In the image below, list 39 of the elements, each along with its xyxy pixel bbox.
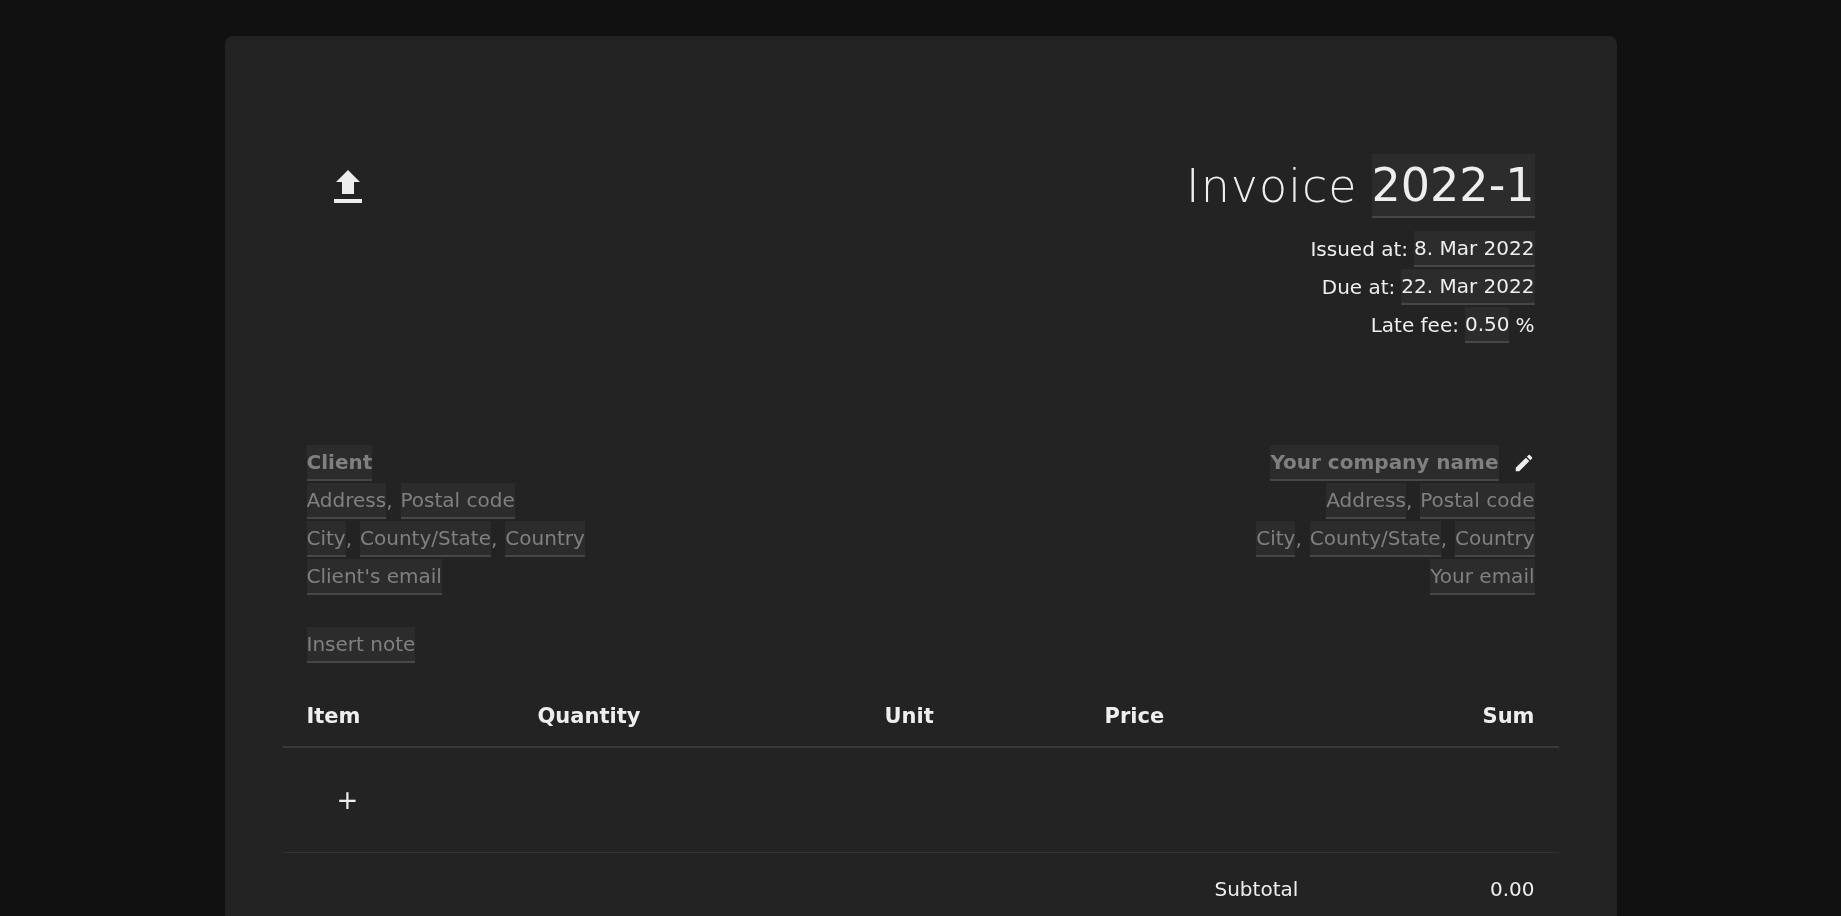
meta-label: Late fee: bbox=[1370, 313, 1459, 337]
comma-separator: , bbox=[491, 527, 498, 551]
address-field[interactable]: County/State bbox=[1309, 521, 1441, 557]
address-field[interactable]: Country bbox=[1455, 521, 1535, 557]
address-field[interactable]: Address bbox=[1326, 483, 1406, 519]
comma-separator: , bbox=[1405, 489, 1413, 513]
column-header: Quantity bbox=[537, 704, 642, 728]
upload-icon[interactable] bbox=[332, 170, 363, 204]
meta-field[interactable]: 22. Mar 2022 bbox=[1401, 269, 1535, 305]
address-field[interactable]: City bbox=[1256, 521, 1296, 557]
client-name-field[interactable]: Client bbox=[306, 445, 373, 481]
column-header: Sum bbox=[1482, 704, 1535, 728]
column-header: Item bbox=[306, 704, 362, 728]
meta-suffix: % bbox=[1515, 313, 1535, 337]
meta-field[interactable]: 0.50 bbox=[1464, 307, 1510, 343]
address-field[interactable]: Your email bbox=[1430, 559, 1535, 595]
add-item-button[interactable]: + bbox=[328, 783, 367, 817]
meta-label: Issued at: bbox=[1310, 237, 1409, 261]
address-field[interactable]: City bbox=[306, 521, 346, 557]
comma-separator: , bbox=[386, 489, 393, 513]
invoice-title: Invoice bbox=[1186, 159, 1358, 213]
note-field[interactable]: Insert note bbox=[306, 627, 416, 663]
comma-separator: , bbox=[345, 527, 353, 551]
column-header: Unit bbox=[884, 704, 935, 728]
address-field[interactable]: Address bbox=[306, 483, 387, 519]
address-field[interactable]: Client's email bbox=[306, 559, 442, 595]
column-header: Price bbox=[1104, 704, 1166, 728]
address-field[interactable]: County/State bbox=[360, 521, 491, 557]
company-name-field[interactable]: Your company name bbox=[1270, 445, 1499, 481]
total-label: Subtotal bbox=[1214, 877, 1300, 901]
address-field[interactable]: Postal code bbox=[1420, 483, 1535, 519]
invoice-number-field[interactable]: 2022-1 bbox=[1371, 154, 1535, 218]
meta-label: Due at: bbox=[1321, 275, 1396, 299]
comma-separator: , bbox=[1440, 527, 1448, 551]
comma-separator: , bbox=[1295, 527, 1302, 551]
address-field[interactable]: Country bbox=[505, 521, 585, 557]
total-value: 0.00 bbox=[1488, 877, 1535, 901]
address-field[interactable]: Postal code bbox=[400, 483, 515, 519]
meta-field[interactable]: 8. Mar 2022 bbox=[1414, 231, 1535, 267]
